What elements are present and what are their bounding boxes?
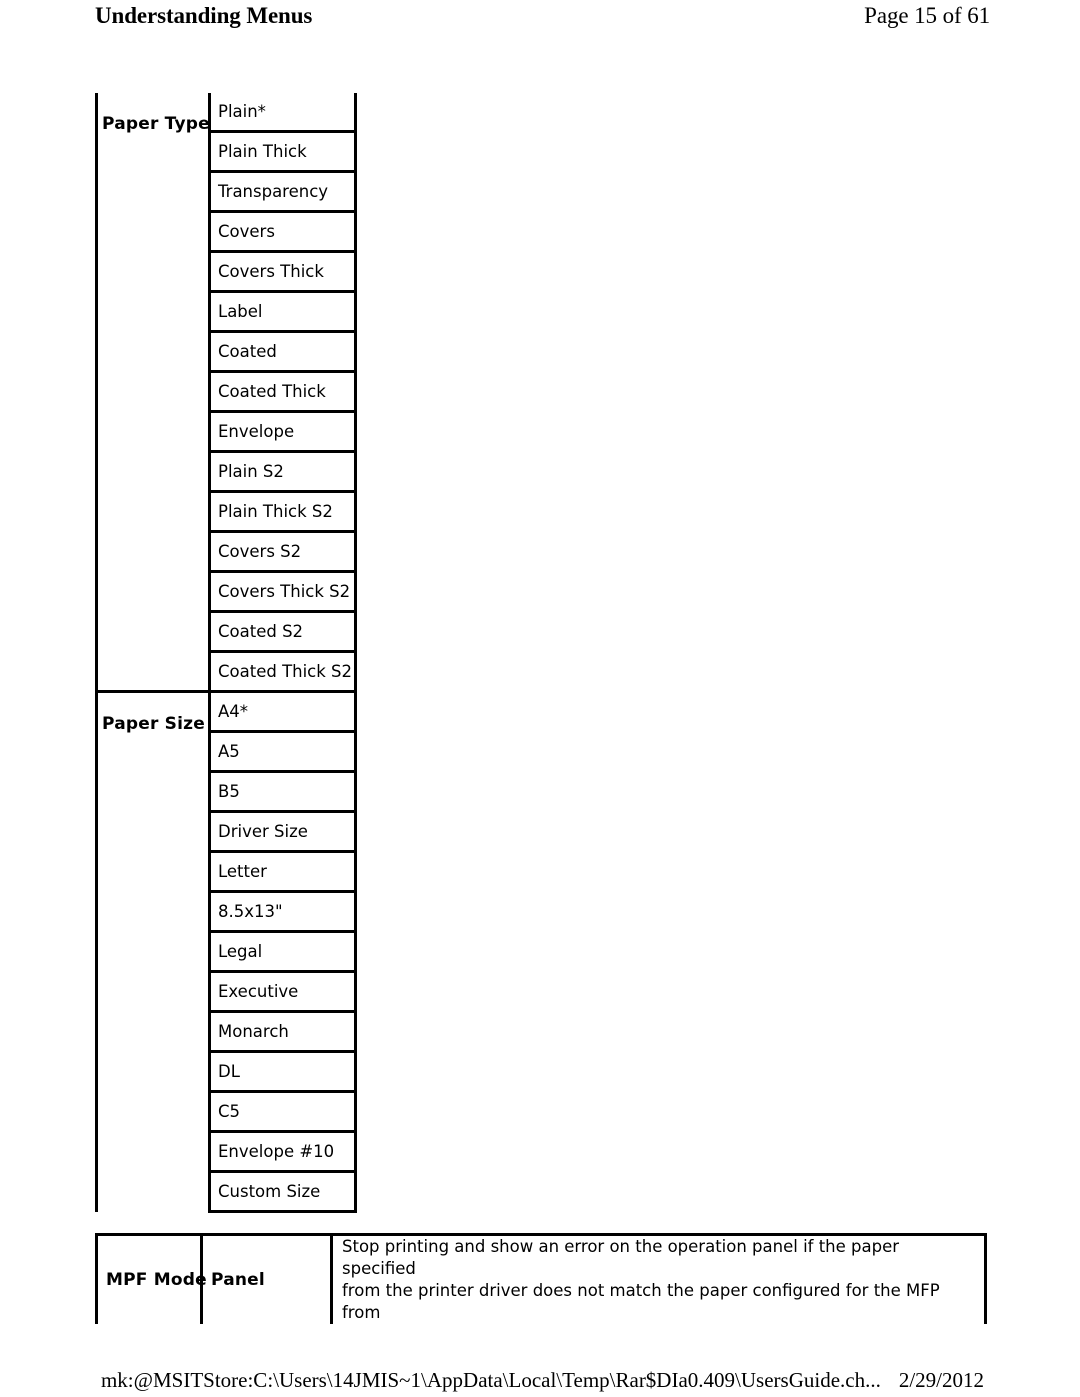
page-title: Understanding Menus — [95, 3, 313, 28]
setting-group-label: Paper Type — [95, 93, 211, 692]
setting-option-cell: B5 — [208, 771, 357, 813]
table-row: Paper Size A4* — [95, 690, 357, 1212]
setting-option-cell: Coated Thick — [208, 371, 357, 413]
mpf-mode-description-cell: Stop printing and show an error on the o… — [330, 1233, 987, 1324]
setting-option-cell: Transparency — [208, 171, 357, 213]
table-row: Paper Type Plain* — [95, 93, 357, 692]
setting-option-cell: Covers — [208, 211, 357, 253]
setting-option-cell: Envelope — [208, 411, 357, 453]
setting-option-cell: Label — [208, 291, 357, 333]
mpf-mode-option-cell: Panel — [200, 1233, 333, 1324]
paper-settings-table-body: Paper Type Plain* Plain Thick Transparency C… — [95, 93, 357, 1213]
setting-option-cell: A5 — [208, 731, 357, 773]
setting-option-cell: Legal — [208, 931, 357, 973]
setting-option-cell: Driver Size — [208, 811, 357, 853]
mpf-description-line-2: from the printer driver does not match t… — [342, 1281, 940, 1322]
setting-option-cell: Coated Thick S2 — [208, 651, 357, 693]
setting-option-cell: A4* — [208, 690, 357, 733]
footer-source-path: mk:@MSITStore:C:\Users\14JMIS~1\AppData\… — [100, 1368, 881, 1392]
page-footer: mk:@MSITStore:C:\Users\14JMIS~1\AppData\… — [95, 1365, 990, 1395]
setting-option-cell: Covers Thick — [208, 251, 357, 293]
setting-option-cell: Letter — [208, 851, 357, 893]
setting-option-cell: C5 — [208, 1091, 357, 1133]
page-number-indicator: Page 15 of 61 — [864, 3, 990, 28]
paper-settings-table: Paper Type Plain* Plain Thick Transparency C… — [95, 93, 357, 1213]
mpf-mode-name-cell: MPF Mode — [95, 1233, 207, 1324]
setting-option-cell: DL — [208, 1051, 357, 1093]
setting-option-cell: Plain* — [208, 93, 357, 133]
setting-option-cell: 8.5x13" — [208, 891, 357, 933]
setting-option-cell: Envelope #10 — [208, 1131, 357, 1173]
setting-option-cell: Coated — [208, 331, 357, 373]
mpf-description-line-1: Stop printing and show an error on the o… — [342, 1237, 900, 1278]
setting-option-cell: Plain S2 — [208, 451, 357, 493]
table-row: MPF Mode Panel Stop printing and show an… — [95, 1233, 987, 1324]
setting-option-cell: Plain Thick S2 — [208, 491, 357, 533]
setting-option-cell: Custom Size — [208, 1171, 357, 1213]
setting-option-cell: Plain Thick — [208, 131, 357, 173]
mpf-mode-table: MPF Mode Panel Stop printing and show an… — [95, 1233, 987, 1324]
page-header: Understanding Menus Page 15 of 61 — [95, 2, 990, 32]
setting-option-cell: Coated S2 — [208, 611, 357, 653]
footer-date: 2/29/2012 — [898, 1368, 985, 1392]
setting-group-label: Paper Size — [95, 690, 211, 1212]
setting-option-cell: Monarch — [208, 1011, 357, 1053]
setting-option-cell: Covers S2 — [208, 531, 357, 573]
setting-option-cell: Executive — [208, 971, 357, 1013]
setting-option-cell: Covers Thick S2 — [208, 571, 357, 613]
